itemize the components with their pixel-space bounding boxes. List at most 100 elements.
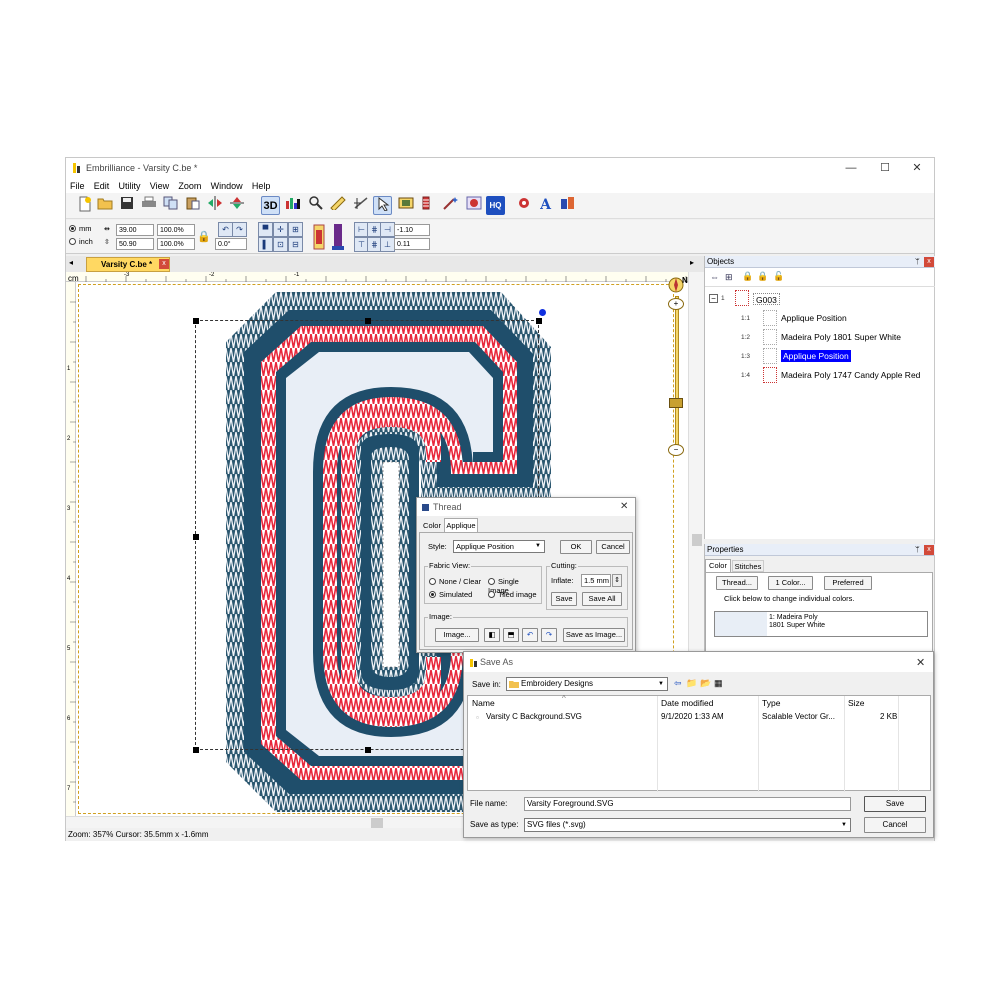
preferred-button[interactable]: Preferred — [824, 576, 872, 590]
skew-y-input[interactable]: 0.11 — [394, 238, 430, 250]
pin-icon[interactable]: ᛘ — [915, 545, 920, 554]
tree-item-group[interactable]: G003 — [753, 293, 780, 305]
spool-icon[interactable] — [331, 222, 345, 252]
pin-icon[interactable]: ᛘ — [915, 257, 920, 266]
save-type-select[interactable]: SVG files (*.svg) ▼ — [524, 818, 851, 832]
back-icon[interactable]: ⇦ — [674, 678, 682, 689]
tab-close-button[interactable]: x — [159, 259, 169, 269]
close-window-button[interactable]: ✕ — [902, 160, 932, 176]
tab-nav-left-button[interactable]: ◂ — [69, 258, 73, 267]
align-top-icon[interactable]: ▀ — [258, 222, 273, 237]
column-header-date[interactable]: Date modified — [661, 696, 713, 710]
fit-width-icon[interactable]: ◧ — [484, 628, 500, 642]
menu-edit[interactable]: Edit — [94, 179, 110, 193]
resize-handle[interactable] — [365, 318, 371, 324]
vertical-scroll-thumb[interactable] — [692, 534, 702, 546]
color-list-row[interactable]: 1: Madeira Poly 1801 Super White — [714, 611, 928, 637]
menu-window[interactable]: Window — [211, 179, 243, 193]
one-color-button[interactable]: 1 Color... — [768, 576, 813, 590]
inflate-spinner[interactable]: ⇕ — [612, 574, 622, 587]
fabric-tiled-radio[interactable]: Tiled image — [488, 590, 537, 599]
menu-utility[interactable]: Utility — [119, 179, 141, 193]
hq-button[interactable]: HQ — [486, 196, 505, 215]
center-icon[interactable]: ✛ — [273, 222, 288, 237]
lock-icon[interactable]: 🔒 — [742, 271, 753, 282]
save-in-select[interactable]: Embroidery Designs ▼ — [506, 677, 668, 691]
thread-dialog-close[interactable]: ✕ — [620, 501, 628, 512]
rotate-left-icon[interactable]: ↶ — [218, 222, 233, 237]
new-file-icon[interactable] — [75, 196, 94, 215]
rotate-right-icon[interactable]: ↷ — [232, 222, 247, 237]
resize-handle[interactable] — [193, 534, 199, 540]
align-left-icon[interactable]: ▌ — [258, 237, 273, 252]
height-percent-input[interactable]: 100.0% — [157, 238, 195, 250]
properties-panel-close[interactable]: x — [924, 545, 934, 555]
file-name-input[interactable]: Varsity Foreground.SVG — [524, 797, 851, 811]
image-button[interactable]: Image... — [435, 628, 479, 642]
cutting-save-all-button[interactable]: Save All — [582, 592, 622, 606]
ungroup-icon[interactable]: ⊟ — [288, 237, 303, 252]
tree-item-selected[interactable]: Applique Position — [781, 350, 851, 362]
bobbin-icon[interactable] — [312, 222, 326, 252]
rotation-input[interactable]: 0.0° — [215, 238, 247, 250]
lettering-art-icon[interactable] — [464, 196, 483, 215]
group-icon[interactable]: ⊡ — [273, 237, 288, 252]
hoop-icon[interactable] — [396, 196, 415, 215]
copy-icon[interactable] — [161, 196, 180, 215]
gear-icon[interactable] — [514, 196, 533, 215]
font-a-icon[interactable]: A — [536, 196, 555, 215]
color-chart-icon[interactable] — [283, 196, 302, 215]
zoom-in-button[interactable]: + — [668, 298, 684, 310]
menu-help[interactable]: Help — [252, 179, 271, 193]
zoom-slider-track[interactable] — [675, 296, 679, 446]
zoom-slider-thumb[interactable] — [669, 398, 683, 408]
fabric-none-radio[interactable]: None / Clear — [429, 577, 481, 586]
inflate-input[interactable]: 1.5 mm — [581, 574, 611, 587]
tab-nav-right-button[interactable]: ▸ — [690, 258, 694, 267]
unit-inch-radio[interactable]: inch — [69, 237, 93, 246]
tab-stitches[interactable]: Stitches — [732, 560, 764, 572]
paste-icon[interactable] — [183, 196, 202, 215]
column-header-name[interactable]: Name — [472, 696, 495, 710]
group-objects-icon[interactable]: ⊞ — [725, 272, 733, 283]
select-pointer-icon[interactable] — [373, 196, 392, 215]
unlock-icon[interactable]: 🔓 — [773, 271, 784, 282]
column-header-type[interactable]: Type — [762, 696, 780, 710]
objects-panel-close[interactable]: x — [924, 257, 934, 267]
save-as-image-button[interactable]: Save as Image... — [563, 628, 625, 642]
menu-zoom[interactable]: Zoom — [178, 179, 201, 193]
resize-handle[interactable] — [365, 747, 371, 753]
width-input[interactable]: 39.00 — [116, 224, 154, 236]
up-folder-icon[interactable]: 📁 — [686, 678, 697, 689]
rotate-handle[interactable] — [539, 309, 546, 316]
skew-x3-icon[interactable]: ⊣ — [380, 222, 395, 237]
flip-icon[interactable] — [227, 196, 246, 215]
distribute-icon[interactable]: ⊞ — [288, 222, 303, 237]
mirror-icon[interactable] — [205, 196, 224, 215]
tab-varsity-c[interactable]: Varsity C.be * — [86, 257, 170, 272]
aspect-lock-icon[interactable]: 🔒 — [197, 230, 211, 243]
resize-handle[interactable] — [536, 318, 542, 324]
style-select[interactable]: Applique Position ▼ — [453, 540, 545, 553]
rotate-left-icon[interactable]: ↶ — [522, 628, 538, 642]
expand-icon[interactable]: ⇔ — [710, 272, 719, 282]
tab-color[interactable]: Color — [705, 559, 731, 572]
table-row[interactable]: ▫ Varsity C Background.SVG 9/1/2020 1:33… — [468, 711, 930, 725]
save-button[interactable]: Save — [864, 796, 926, 812]
zoom-magnifier-icon[interactable] — [306, 196, 325, 215]
height-input[interactable]: 50.90 — [116, 238, 154, 250]
thread-icon[interactable] — [416, 196, 435, 215]
tree-item[interactable]: Madeira Poly 1747 Candy Apple Red — [781, 369, 920, 381]
tree-item[interactable]: Applique Position — [781, 312, 847, 324]
minimize-button[interactable]: — — [836, 160, 866, 176]
skew-y3-icon[interactable]: ⊥ — [380, 237, 395, 252]
view-menu-icon[interactable]: ▦ — [714, 678, 723, 689]
needle-icon[interactable] — [351, 196, 370, 215]
ok-button[interactable]: OK — [560, 540, 592, 554]
print-icon[interactable] — [139, 196, 158, 215]
save-icon[interactable] — [117, 196, 136, 215]
menu-file[interactable]: File — [70, 179, 85, 193]
save-dialog-close[interactable]: ✕ — [916, 656, 925, 669]
resize-handle[interactable] — [193, 318, 199, 324]
compass-icon[interactable]: N — [667, 276, 688, 294]
